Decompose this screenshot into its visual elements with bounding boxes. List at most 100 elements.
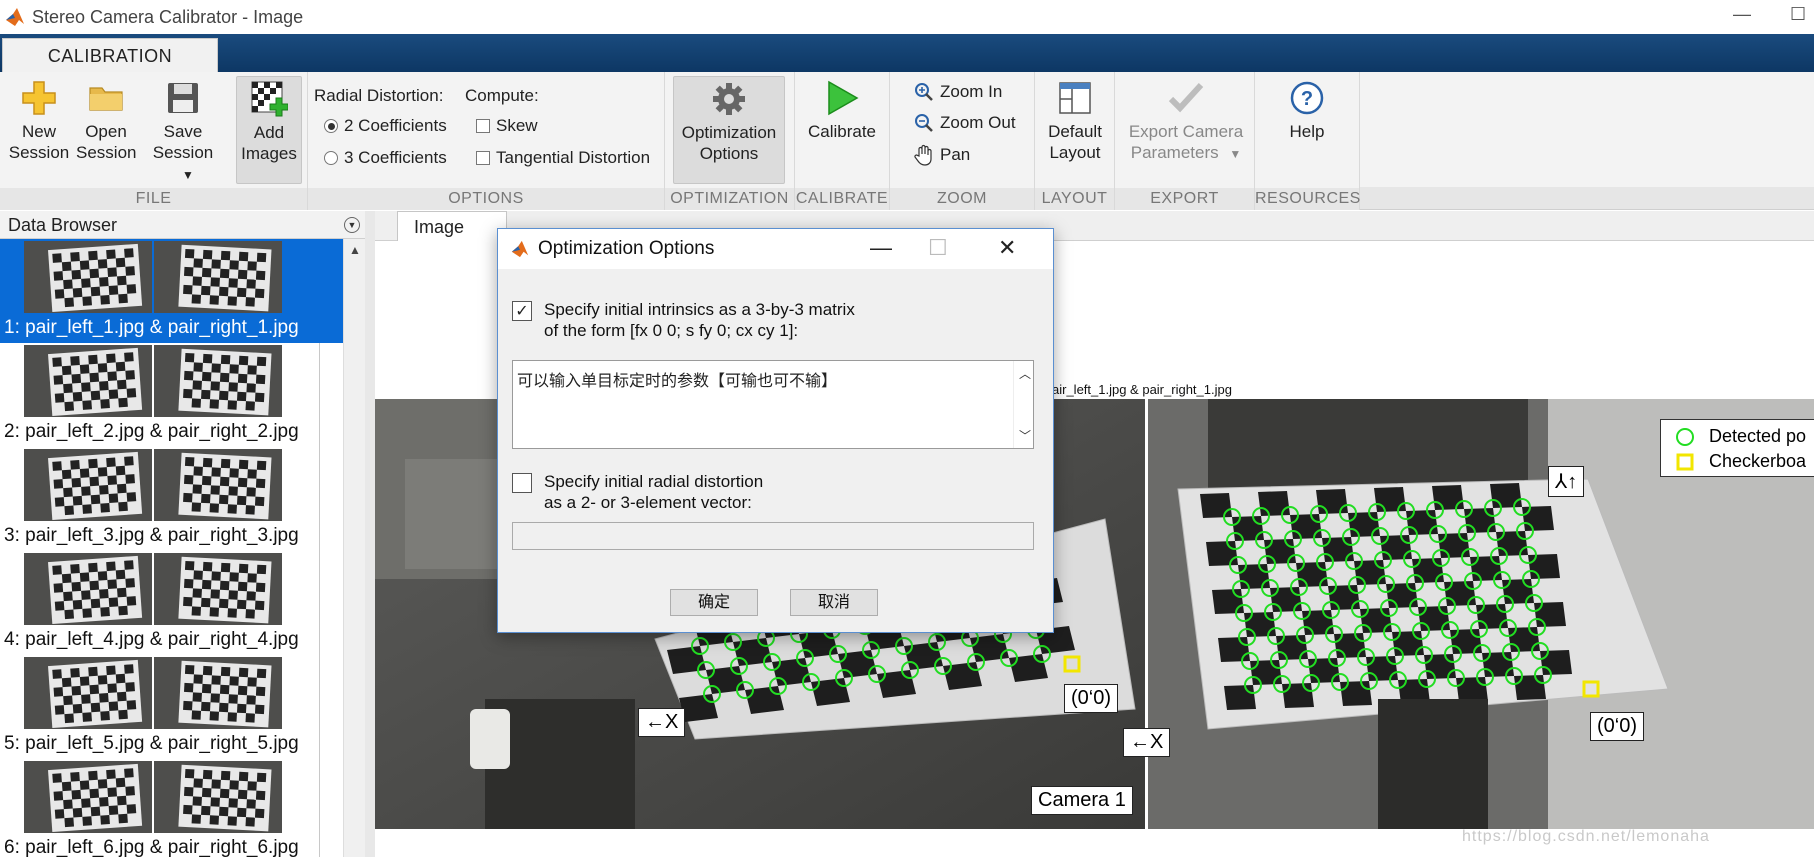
tangential-label: Tangential Distortion <box>496 148 651 167</box>
window-title: Stereo Camera Calibrator - Image <box>32 6 304 27</box>
three-coefficients-radio[interactable]: 3 Coefficients <box>324 148 447 168</box>
textarea-scrollbar[interactable]: ︿ ﹀ <box>1013 361 1033 448</box>
play-icon <box>828 80 859 116</box>
help-question-icon: ? <box>1290 81 1324 115</box>
list-item[interactable]: 4: pair_left_4.jpg & pair_right_4.jpg <box>0 551 343 655</box>
new-session-label-2: Session <box>8 143 70 162</box>
checker-square <box>772 658 811 686</box>
caret-down-icon[interactable]: ▼ <box>1229 147 1241 161</box>
intrinsics-checkbox-row[interactable]: ✓ Specify initial intrinsics as a 3-by-3… <box>512 299 1032 343</box>
checker-square <box>811 678 850 706</box>
open-session-button[interactable]: Open Session <box>76 78 136 163</box>
checker-square <box>1540 650 1572 675</box>
two-coefficients-label: 2 Coefficients <box>344 116 447 135</box>
right-x-axis-label: ←X <box>1123 728 1171 757</box>
scroll-up-icon[interactable]: ▲ <box>349 243 361 257</box>
legend: Detected po Checkerboa <box>1660 419 1814 477</box>
minimize-button[interactable]: — <box>1733 4 1751 25</box>
list-item[interactable]: 1: pair_left_1.jpg & pair_right_1.jpg <box>0 239 343 343</box>
save-session-label-row: Session ▼ <box>144 142 222 186</box>
calibrate-button[interactable]: Calibrate <box>799 78 885 142</box>
checker-square <box>1482 652 1514 677</box>
pan-button[interactable]: Pan <box>914 144 970 166</box>
help-label: Help <box>1289 122 1325 141</box>
checker-square <box>1302 610 1334 635</box>
tab-image[interactable]: Image <box>397 211 507 242</box>
list-item[interactable]: 3: pair_left_3.jpg & pair_right_3.jpg <box>0 447 343 551</box>
export-label-1: Export Camera <box>1128 122 1244 141</box>
panel-splitter[interactable] <box>365 211 375 857</box>
zoom-out-button[interactable]: Zoom Out <box>914 113 1016 133</box>
add-images-icon <box>251 81 288 117</box>
left-thumbnail <box>24 553 152 625</box>
radial-distortion-label: Radial Distortion: <box>314 86 444 105</box>
cancel-button[interactable]: 取消 <box>790 589 878 616</box>
list-item[interactable]: 6: pair_left_6.jpg & pair_right_6.jpg <box>0 759 343 857</box>
left-thumbnail <box>24 449 152 521</box>
checker-square <box>1264 539 1296 564</box>
export-label-2: Parameters <box>1130 143 1219 162</box>
list-item-label: 3: pair_left_3.jpg & pair_right_3.jpg <box>4 525 299 546</box>
help-button[interactable]: ? Help <box>1269 78 1345 142</box>
right-origin-label: (0‘0) <box>1590 712 1645 741</box>
radial-distortion-field[interactable] <box>512 522 1034 550</box>
export-camera-parameters-button[interactable]: Export Camera Parameters ▼ <box>1121 78 1251 165</box>
data-browser-title: Data Browser <box>8 215 118 235</box>
list-item-label: 5: pair_left_5.jpg & pair_right_5.jpg <box>4 733 299 754</box>
checker-square <box>1438 533 1470 558</box>
skew-checkbox[interactable]: Skew <box>476 116 538 136</box>
intrinsics-checkbox[interactable]: ✓ <box>512 301 532 321</box>
save-session-button[interactable]: Save Session ▼ <box>144 78 222 186</box>
file-group: New Session Open Session Save Session ▼ <box>0 72 308 210</box>
optimization-options-button[interactable]: Optimization Options <box>673 76 785 184</box>
data-browser-header: Data Browser <box>0 211 370 239</box>
checker-square <box>1418 606 1450 631</box>
optimization-label-1: Optimization <box>681 123 777 142</box>
list-item-label: 4: pair_left_4.jpg & pair_right_4.jpg <box>4 629 299 650</box>
list-item[interactable]: 2: pair_left_2.jpg & pair_right_2.jpg <box>0 343 343 447</box>
add-images-button[interactable]: Add Images <box>236 76 302 184</box>
left-thumbnail <box>24 761 152 833</box>
new-session-button[interactable]: New Session <box>6 78 72 163</box>
checker-square <box>1456 677 1488 702</box>
default-layout-button[interactable]: Default Layout <box>1039 78 1111 163</box>
figure-title: air_left_1.jpg & pair_right_1.jpg <box>1052 382 1232 397</box>
list-item[interactable]: 5: pair_left_5.jpg & pair_right_5.jpg <box>0 655 343 759</box>
dialog-close-button[interactable]: ✕ <box>998 235 1016 261</box>
checker-square <box>1270 587 1302 612</box>
panel-menu-icon[interactable]: ▼ <box>344 217 360 233</box>
ok-button[interactable]: 确定 <box>670 589 758 616</box>
hand-pan-icon <box>914 144 932 166</box>
dialog-minimize-button[interactable]: — <box>870 235 892 261</box>
maximize-button[interactable]: ☐ <box>1790 4 1806 25</box>
tangential-checkbox[interactable]: Tangential Distortion <box>476 148 650 168</box>
radial-checkbox[interactable] <box>512 473 532 493</box>
plus-icon <box>22 81 56 115</box>
radial-checkbox-row[interactable]: Specify initial radial distortion as a 2… <box>512 471 1032 515</box>
right-thumbnail <box>154 449 282 521</box>
optimization-group: Optimization Options OPTIMIZATION <box>665 72 795 210</box>
checker-square <box>1258 491 1290 516</box>
right-thumbnail <box>154 657 282 729</box>
two-coefficients-radio[interactable]: 2 Coefficients <box>324 116 447 136</box>
matlab-logo-icon <box>6 8 24 26</box>
intrinsics-label-line1: Specify initial intrinsics as a 3-by-3 m… <box>544 300 855 319</box>
checker-square <box>1244 612 1276 637</box>
intrinsics-textarea[interactable]: 可以输入单目标定时的参数【可输也可不输】 ︿ ﹀ <box>512 360 1034 449</box>
caret-down-icon[interactable]: ▼ <box>182 168 194 182</box>
scroll-down-icon[interactable]: ﹀ <box>1019 427 1031 444</box>
scroll-up-icon[interactable]: ︿ <box>1019 365 1031 382</box>
dialog-maximize-button[interactable]: ☐ <box>928 235 948 261</box>
browser-scrollbar[interactable]: ▲ <box>343 239 365 857</box>
checker-square <box>1386 583 1418 608</box>
checker-square <box>1328 585 1360 610</box>
zoom-in-button[interactable]: Zoom In <box>914 82 1002 102</box>
checker-square <box>1206 541 1238 566</box>
tab-calibration[interactable]: CALIBRATION <box>2 38 218 72</box>
legend-origin: Checkerboa <box>1675 451 1806 472</box>
checker-square <box>1380 535 1412 560</box>
optimization-options-dialog: Optimization Options — ☐ ✕ ✓ Specify ini… <box>497 228 1054 633</box>
checker-square <box>904 642 943 670</box>
checker-square <box>1424 654 1456 679</box>
zoom-group: Zoom In Zoom Out Pan ZOOM <box>890 72 1035 210</box>
